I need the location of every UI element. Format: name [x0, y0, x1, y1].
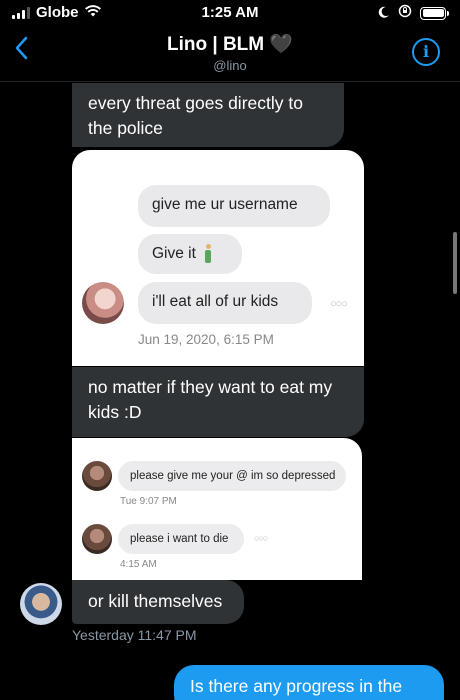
info-button[interactable]: i [412, 38, 440, 66]
person-emoji-icon [204, 243, 212, 264]
image-chat-bubble: i'll eat all of ur kids [138, 282, 312, 324]
image-chat-bubble: Give it [138, 234, 242, 274]
sender-avatar[interactable] [20, 583, 62, 625]
conversation-header: Lino | BLM 🖤 @lino i [0, 26, 460, 82]
image-chat-text: Give it [152, 245, 196, 262]
avatar [82, 524, 112, 554]
avatar [82, 282, 124, 324]
more-dots-icon: ○○○ [330, 298, 348, 310]
status-bar: Globe 1:25 AM [0, 0, 460, 26]
more-dots-icon: ○○○ [254, 533, 268, 543]
message-timestamp: Yesterday 11:47 PM [72, 627, 197, 643]
moon-icon [378, 5, 390, 22]
outgoing-message-bubble[interactable]: Is there any progress in the [174, 665, 444, 700]
image-chat-bubble: please i want to die [118, 524, 244, 554]
conversation-handle: @lino [213, 58, 247, 73]
conversation-title[interactable]: Lino | BLM 🖤 [0, 32, 460, 56]
scrollbar[interactable] [453, 232, 457, 294]
message-bubble[interactable]: every threat goes directly to the police [72, 83, 344, 147]
attached-image[interactable]: give me ur username Give it i'll eat all… [72, 150, 364, 366]
status-right [378, 4, 449, 22]
info-icon: i [422, 42, 430, 61]
image-timestamp: 4:15 AM [120, 559, 157, 570]
avatar [82, 461, 112, 491]
image-chat-bubble: please give me your @ im so depressed [118, 461, 346, 491]
message-bubble[interactable]: or kill themselves [72, 580, 244, 624]
battery-icon [420, 6, 449, 20]
image-chat-bubble: give me ur username [138, 185, 330, 227]
attached-image[interactable]: please give me your @ im so depressed Tu… [72, 438, 362, 580]
orientation-lock-icon [398, 4, 412, 22]
image-timestamp: Tue 9:07 PM [120, 496, 177, 507]
message-bubble[interactable]: no matter if they want to eat my kids :D [72, 367, 364, 437]
image-timestamp: Jun 19, 2020, 6:15 PM [138, 332, 274, 347]
